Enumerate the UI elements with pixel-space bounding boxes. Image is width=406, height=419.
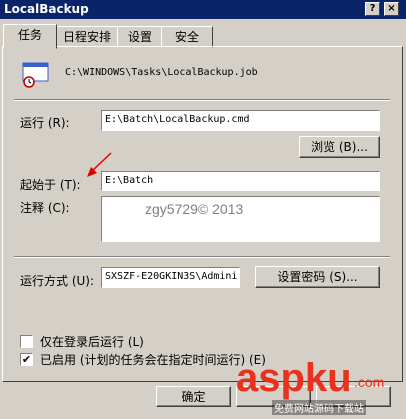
logged-on-only-checkbox[interactable] [20,335,33,348]
tab-settings[interactable]: 设置 [117,26,163,48]
tab-schedule-label: 日程安排 [62,30,111,44]
brand-watermark: aspku .com 免费网站源码下载站 [236,356,404,416]
run-as-label: 运行方式 (U): [20,274,95,288]
run-input[interactable]: E:\Batch\LocalBackup.cmd [101,110,380,131]
title-bar: LocalBackup ? × [0,0,406,19]
start-in-label: 起始于 (T): [20,178,81,192]
browse-button[interactable]: 浏览 (B)... [299,136,380,158]
tab-schedule[interactable]: 日程安排 [55,26,119,48]
comment-label: 注释 (C): [20,201,70,215]
enabled-checkbox[interactable]: ✔ [20,353,33,366]
annotation-arrow-icon [83,150,115,180]
tab-settings-label: 设置 [127,30,152,44]
ok-button[interactable]: 确定 [156,386,231,407]
tab-task[interactable]: 任务 [3,24,57,49]
separator-top [14,99,390,101]
tab-task-label: 任务 [17,28,42,42]
window-title: LocalBackup [4,2,89,16]
tab-security-label: 安全 [174,30,199,44]
separator-middle [14,256,390,258]
brand-name: aspku [236,356,352,400]
task-path: C:\WINDOWS\Tasks\LocalBackup.job [65,67,258,78]
brand-subtitle: 免费网站源码下载站 [272,400,366,415]
copyright-watermark: zgy5729© 2013 [145,201,244,217]
run-label: 运行 (R): [20,116,70,130]
start-in-input[interactable]: E:\Batch [101,171,380,191]
set-password-button[interactable]: 设置密码 (S)... [255,266,380,288]
enabled-label: 已启用 (计划的任务会在指定时间运行) (E) [40,353,266,367]
checkmark-icon: ✔ [21,353,32,366]
close-button[interactable]: × [384,2,399,16]
brand-tld: .com [354,374,385,390]
run-as-input[interactable]: SXSZF-E20GKIN3S\Admini: [101,267,240,288]
task-file-icon [22,62,50,88]
help-button[interactable]: ? [365,2,380,16]
tab-security[interactable]: 安全 [161,26,213,48]
logged-on-only-label: 仅在登录后运行 (L) [40,335,144,349]
